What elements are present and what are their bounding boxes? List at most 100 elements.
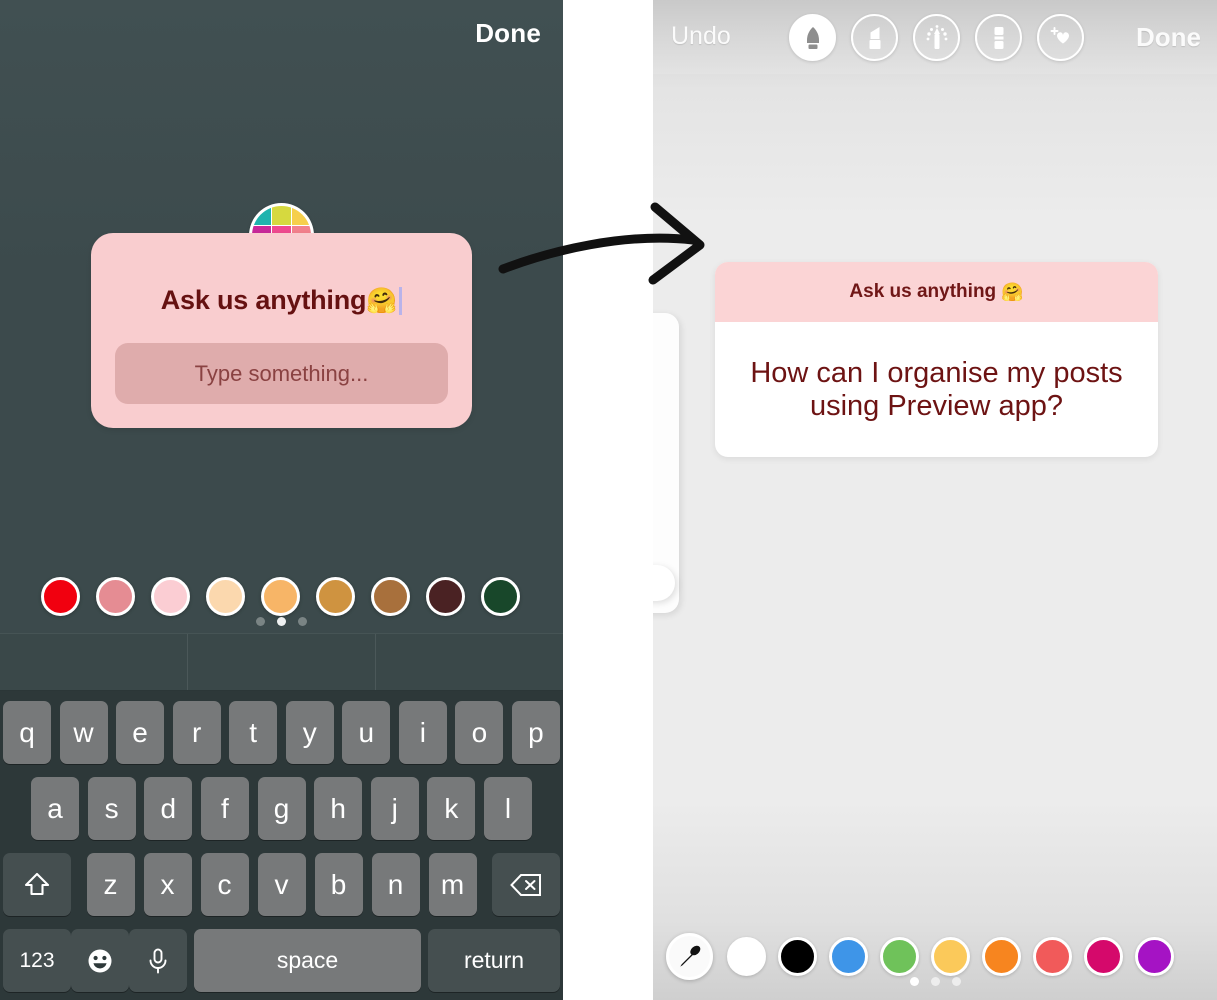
question-response-card[interactable]: Ask us anything 🤗 How can I organise my p… (715, 262, 1158, 457)
return-key[interactable]: return (428, 929, 560, 992)
key-e[interactable]: e (116, 701, 165, 764)
color-swatch-magenta[interactable] (1084, 936, 1123, 976)
glitter-pen-tool-icon (926, 24, 947, 49)
done-button-right[interactable]: Done (1136, 22, 1201, 53)
key-a[interactable]: a (31, 777, 79, 840)
key-j[interactable]: j (370, 777, 419, 840)
color-picker-row-left[interactable] (0, 572, 563, 620)
response-card-body: How can I organise my posts using Previe… (715, 322, 1158, 457)
color-swatch-red[interactable] (1033, 936, 1072, 976)
color-swatch-blue[interactable] (829, 936, 868, 976)
answer-input-box[interactable]: Type something... (115, 343, 448, 404)
left-page-dot-2 (298, 617, 307, 626)
numbers-key[interactable]: 123 (3, 929, 71, 992)
color-swatch-yellow[interactable] (931, 936, 970, 976)
answer-placeholder: Type something... (194, 360, 369, 386)
key-g[interactable]: g (257, 777, 306, 840)
keyboard-suggestion-bar[interactable] (0, 633, 563, 691)
delete-icon (510, 873, 541, 896)
left-page-dot-0 (256, 617, 265, 626)
color-swatch-peach[interactable] (261, 576, 300, 616)
hugging-face-emoji: 🤗 (366, 287, 398, 315)
question-sticker[interactable]: Ask us anything🤗 Type something... (91, 233, 472, 428)
key-c[interactable]: c (200, 853, 249, 916)
color-picker-row-right (653, 920, 1217, 1000)
color-swatch-purple[interactable] (1135, 936, 1174, 976)
pen-tool-icon (806, 26, 819, 49)
color-swatch-tan[interactable] (316, 576, 355, 616)
key-h[interactable]: h (314, 777, 363, 840)
color-swatch-cream[interactable] (206, 576, 245, 616)
key-f[interactable]: f (200, 777, 249, 840)
eyedropper-icon (679, 945, 700, 967)
done-button-left[interactable]: Done (475, 18, 541, 49)
eraser-tool-button[interactable] (975, 14, 1022, 61)
text-caret (399, 287, 403, 315)
key-v[interactable]: v (257, 853, 306, 916)
color-swatch-brown[interactable] (371, 576, 410, 616)
key-x[interactable]: x (143, 853, 192, 916)
key-r[interactable]: r (172, 701, 221, 764)
avatar-cell-0 (252, 206, 271, 225)
suggestion-cell-0[interactable] (0, 634, 187, 690)
key-w[interactable]: w (59, 701, 108, 764)
key-y[interactable]: y (285, 701, 334, 764)
key-d[interactable]: d (144, 777, 193, 840)
color-swatch-orange[interactable] (982, 936, 1021, 976)
emoji-key[interactable] (71, 929, 129, 992)
pen-tool-button[interactable] (789, 14, 836, 61)
key-l[interactable]: l (484, 777, 532, 840)
shift-key[interactable] (3, 853, 71, 916)
right-page-dot-2 (951, 977, 961, 986)
delete-key[interactable] (492, 853, 560, 916)
glitter-pen-tool-button[interactable] (913, 14, 960, 61)
key-z[interactable]: z (86, 853, 135, 916)
key-m[interactable]: m (428, 853, 477, 916)
shift-icon (24, 872, 50, 895)
key-i[interactable]: i (398, 701, 447, 764)
color-swatch-light-pink[interactable] (151, 576, 190, 616)
response-header-text: Ask us anything (849, 281, 997, 302)
color-swatch-forest-green[interactable] (481, 576, 520, 616)
undo-button[interactable]: Undo (671, 22, 731, 51)
keyboard-row-3: zxcvbnm (0, 853, 563, 916)
color-swatch-dark-brown[interactable] (426, 576, 465, 616)
color-page-dots-left (0, 617, 563, 626)
drawing-tools-row (789, 14, 1084, 61)
left-top-bar: Done (0, 0, 563, 72)
color-swatch-black[interactable] (778, 936, 817, 976)
key-t[interactable]: t (229, 701, 278, 764)
color-swatch-green[interactable] (880, 936, 919, 976)
color-page-dots-right (653, 977, 1217, 986)
eraser-tool-icon (994, 26, 1003, 49)
color-swatch-dusty-rose[interactable] (96, 576, 135, 616)
onscreen-keyboard: qwertyuiop asdfghjkl zxcvbnm 123 space r… (0, 691, 563, 1000)
color-swatch-red[interactable] (41, 576, 80, 616)
suggestion-cell-1[interactable] (187, 634, 375, 690)
keyboard-row-2: asdfghjkl (0, 777, 563, 840)
response-question-text: How can I organise my posts using Previe… (750, 357, 1123, 422)
suggestion-cell-2[interactable] (375, 634, 563, 690)
dictation-key[interactable] (129, 929, 187, 992)
key-p[interactable]: p (511, 701, 560, 764)
keyboard-row-3-letters: zxcvbnm (86, 853, 477, 916)
color-swatch-white[interactable] (727, 936, 766, 976)
key-s[interactable]: s (87, 777, 136, 840)
marker-tool-button[interactable] (851, 14, 898, 61)
left-page-dot-1 (277, 617, 286, 626)
panel-gap (563, 0, 653, 1000)
eyedropper-button[interactable] (666, 932, 713, 980)
space-key[interactable]: space (194, 929, 421, 992)
key-q[interactable]: q (3, 701, 51, 764)
key-k[interactable]: k (427, 777, 476, 840)
screenshot-root: Done Ask us anything🤗 Type something... … (0, 0, 1217, 1000)
right-top-bar: Undo Done (653, 0, 1217, 74)
sticker-heart-tool-button[interactable] (1037, 14, 1084, 61)
response-card-header: Ask us anything 🤗 (715, 262, 1158, 322)
key-u[interactable]: u (342, 701, 391, 764)
microphone-icon (149, 948, 167, 973)
key-b[interactable]: b (314, 853, 363, 916)
key-n[interactable]: n (371, 853, 420, 916)
drawing-editor-panel: Undo Done Ask us anything 🤗 How can I or… (653, 0, 1217, 1000)
key-o[interactable]: o (455, 701, 504, 764)
